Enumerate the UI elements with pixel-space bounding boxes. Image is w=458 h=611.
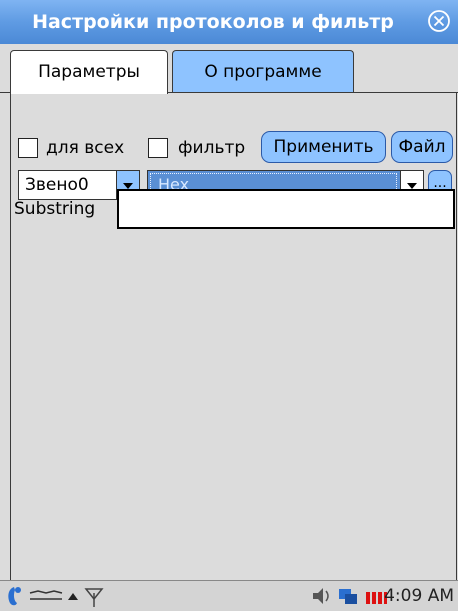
clock[interactable]: 4:09 AM xyxy=(384,581,454,611)
antenna-icon[interactable] xyxy=(84,581,104,611)
parameters-panel xyxy=(10,93,457,580)
up-arrow-icon[interactable] xyxy=(66,581,80,611)
title-bar: Настройки протоколов и фильтр xyxy=(0,0,458,45)
apply-button[interactable]: Применить xyxy=(261,131,386,163)
tab-parameters[interactable]: Параметры xyxy=(10,50,168,94)
file-button[interactable]: Файл xyxy=(391,131,453,163)
link-select-value: Звено0 xyxy=(25,175,89,195)
substring-label: Substring xyxy=(14,199,96,219)
taskbar: 4:09 AM xyxy=(0,580,458,611)
all-label: для всех xyxy=(46,138,125,158)
substring-input[interactable] xyxy=(117,189,455,229)
close-icon[interactable] xyxy=(427,9,451,33)
tab-bar: Параметры О программе xyxy=(0,44,458,94)
start-icon[interactable] xyxy=(4,581,24,611)
window-title: Настройки протоколов и фильтр xyxy=(32,11,394,33)
volume-icon[interactable] xyxy=(310,581,334,611)
tab-about[interactable]: О программе xyxy=(172,50,354,92)
all-checkbox[interactable] xyxy=(18,138,38,158)
network-icon[interactable] xyxy=(336,581,360,611)
filter-checkbox[interactable] xyxy=(148,138,168,158)
filter-label: фильтр xyxy=(178,138,246,158)
keyboard-icon[interactable] xyxy=(28,581,64,611)
